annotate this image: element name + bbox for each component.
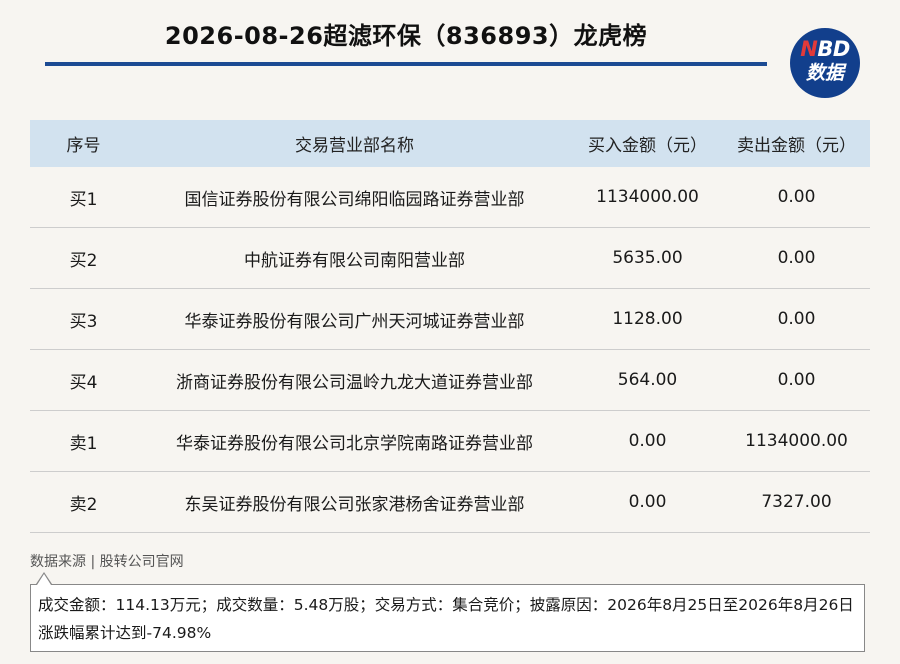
cell-rank: 买2 [30, 227, 137, 289]
trade-summary-box: 成交金额：114.13万元；成交数量：5.48万股；交易方式：集合竞价；披露原因… [30, 584, 865, 652]
cell-rank: 买4 [30, 349, 137, 411]
cell-branch: 中航证券有限公司南阳营业部 [137, 227, 572, 289]
cell-rank: 买3 [30, 288, 137, 350]
cell-rank: 买1 [30, 167, 137, 228]
title-underline [45, 62, 767, 66]
logo-wordmark: NBD [800, 37, 850, 61]
cell-buy-amount: 0.00 [572, 410, 723, 472]
trade-summary-line: 涨跌幅累计达到-74.98% [38, 624, 212, 642]
logo-subtitle: 数据 [805, 62, 844, 84]
table-row: 卖2 东吴证券股份有限公司张家港杨舍证券营业部 0.00 7327.00 [30, 471, 870, 533]
cell-sell-amount: 7327.00 [723, 471, 870, 533]
col-header-rank: 序号 [30, 120, 137, 167]
dragon-tiger-table: 序号 交易营业部名称 买入金额（元） 卖出金额（元） 买1 国信证券股份有限公司… [30, 120, 870, 533]
cell-branch: 国信证券股份有限公司绵阳临园路证券营业部 [137, 167, 572, 228]
cell-buy-amount: 1128.00 [572, 288, 723, 350]
table-header-row: 序号 交易营业部名称 买入金额（元） 卖出金额（元） [30, 120, 870, 167]
page-title: 2026-08-26超滤环保（836893）龙虎榜 [164, 22, 648, 50]
cell-buy-amount: 1134000.00 [572, 167, 723, 228]
nbd-logo: NBD 数据 [790, 28, 860, 98]
cell-rank: 卖1 [30, 410, 137, 472]
table-row: 买1 国信证券股份有限公司绵阳临园路证券营业部 1134000.00 0.00 [30, 167, 870, 228]
cell-branch: 华泰证券股份有限公司广州天河城证券营业部 [137, 288, 572, 350]
cell-rank: 卖2 [30, 471, 137, 533]
cell-sell-amount: 0.00 [723, 167, 870, 228]
table-row: 卖1 华泰证券股份有限公司北京学院南路证券营业部 0.00 1134000.00 [30, 410, 870, 472]
cell-sell-amount: 0.00 [723, 349, 870, 411]
callout-pointer-fill [37, 574, 51, 585]
col-header-buy-amount: 买入金额（元） [572, 120, 723, 167]
cell-buy-amount: 0.00 [572, 471, 723, 533]
col-header-branch: 交易营业部名称 [137, 120, 572, 167]
col-header-sell-amount: 卖出金额（元） [723, 120, 870, 167]
table-row: 买2 中航证券有限公司南阳营业部 5635.00 0.00 [30, 227, 870, 289]
cell-branch: 华泰证券股份有限公司北京学院南路证券营业部 [137, 410, 572, 472]
data-source: 数据来源 | 股转公司官网 [30, 554, 184, 570]
cell-sell-amount: 0.00 [723, 288, 870, 350]
cell-branch: 浙商证券股份有限公司温岭九龙大道证券营业部 [137, 349, 572, 411]
cell-buy-amount: 564.00 [572, 349, 723, 411]
table-row: 买4 浙商证券股份有限公司温岭九龙大道证券营业部 564.00 0.00 [30, 349, 870, 411]
cell-sell-amount: 1134000.00 [723, 410, 870, 472]
cell-branch: 东吴证券股份有限公司张家港杨舍证券营业部 [137, 471, 572, 533]
trade-summary-line: 成交金额：114.13万元；成交数量：5.48万股；交易方式：集合竞价；披露原因… [38, 596, 854, 614]
cell-sell-amount: 0.00 [723, 227, 870, 289]
cell-buy-amount: 5635.00 [572, 227, 723, 289]
table-row: 买3 华泰证券股份有限公司广州天河城证券营业部 1128.00 0.00 [30, 288, 870, 350]
